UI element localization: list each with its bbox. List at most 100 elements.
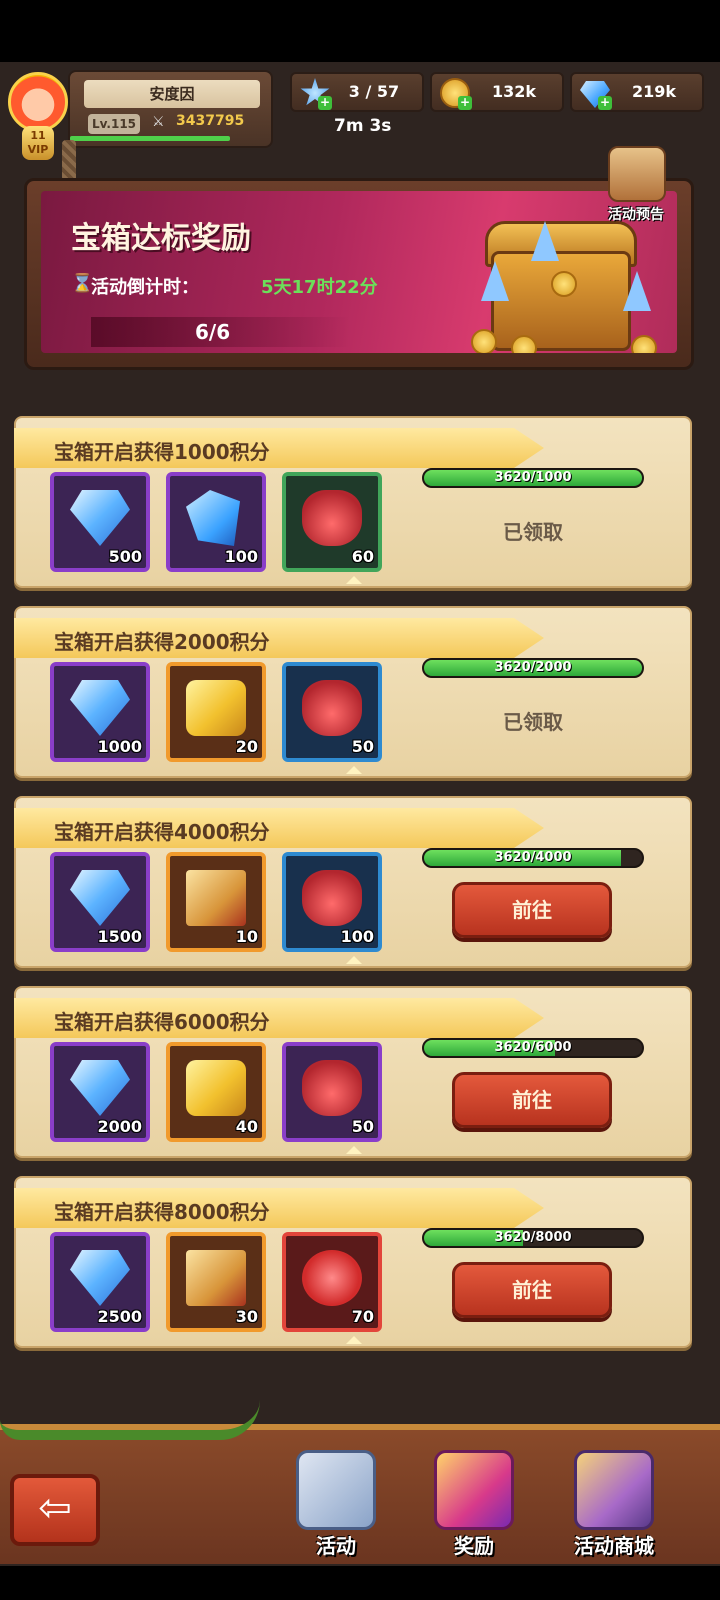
task-progress-bar: 3620/6000 — [422, 1038, 644, 1058]
reward-item[interactable]: 500 — [50, 472, 150, 572]
gold-ore-icon — [186, 1060, 246, 1116]
progress-text: 3620/4000 — [494, 850, 572, 865]
task-title: 宝箱开启获得6000积分 — [54, 1010, 270, 1034]
reward-count: 100 — [340, 927, 374, 946]
progress-text: 3620/6000 — [494, 1040, 572, 1055]
reward-item[interactable]: 2000 — [50, 1042, 150, 1142]
status-bar — [0, 0, 720, 62]
task-ribbon: 宝箱开启获得2000积分 — [14, 618, 544, 658]
gem-icon — [70, 490, 130, 546]
crystal-shape — [623, 271, 651, 311]
arrow-left-icon: ⇦ — [38, 1485, 72, 1531]
gift-box-icon — [296, 1450, 376, 1530]
reward-count: 40 — [235, 1117, 258, 1136]
reward-count: 1000 — [97, 737, 142, 756]
treasure-shop-icon — [574, 1450, 654, 1530]
chest-body — [491, 251, 631, 351]
reward-item[interactable]: 100 — [282, 852, 382, 952]
task-ribbon: 宝箱开启获得1000积分 — [14, 428, 544, 468]
add-gems-button[interactable]: + — [598, 96, 612, 110]
gold-ore-icon — [186, 680, 246, 736]
event-preview-icon — [608, 146, 666, 202]
stamina-timer: 7m 3s — [334, 116, 392, 136]
banner-background: 宝箱达标奖励 ⌛ 活动倒计时： 5天17时22分 6/6 — [41, 191, 677, 353]
reward-item[interactable]: 1500 — [50, 852, 150, 952]
reward-item[interactable]: 30 — [166, 1232, 266, 1332]
tab-rewards[interactable]: 奖励 — [414, 1440, 534, 1560]
reward-item[interactable]: 40 — [166, 1042, 266, 1142]
add-gold-button[interactable]: + — [458, 96, 472, 110]
add-stamina-button[interactable]: + — [318, 96, 332, 110]
go-button[interactable]: 前往 — [452, 1072, 612, 1128]
navigation-bar — [0, 1566, 720, 1600]
card-pointer — [346, 1336, 362, 1344]
treasure-chest-icon — [451, 211, 677, 353]
event-preview-button[interactable]: 活动预告 — [596, 146, 676, 228]
vip-level: 11 — [30, 129, 46, 142]
gold-counter[interactable]: + 132k — [430, 72, 564, 112]
lucky-bag-icon — [302, 680, 362, 736]
spell-book-icon — [186, 870, 246, 926]
reward-count: 50 — [351, 1117, 374, 1136]
spell-book-icon — [186, 1250, 246, 1306]
claimed-status: 已领取 — [503, 710, 563, 734]
event-progress: 6/6 — [91, 317, 351, 347]
tab-rewards-label: 奖励 — [454, 1534, 494, 1558]
reward-item[interactable]: 50 — [282, 662, 382, 762]
combat-power: 3437795 — [176, 113, 245, 129]
avatar-portrait — [8, 72, 68, 132]
reward-item[interactable]: 2500 — [50, 1232, 150, 1332]
go-button[interactable]: 前往 — [452, 882, 612, 938]
reward-item[interactable]: 10 — [166, 852, 266, 952]
task-title: 宝箱开启获得2000积分 — [54, 630, 270, 654]
countdown-label: 活动倒计时： — [91, 277, 199, 298]
reward-gift-icon — [434, 1450, 514, 1530]
xp-bar — [70, 136, 230, 141]
task-title: 宝箱开启获得4000积分 — [54, 820, 270, 844]
player-level: Lv.115 — [88, 114, 140, 134]
back-button[interactable]: ⇦ — [10, 1474, 100, 1546]
tab-activity[interactable]: 活动 — [276, 1440, 396, 1560]
paw-token-icon — [302, 1250, 362, 1306]
event-title: 宝箱达标奖励 — [71, 221, 251, 256]
reward-count: 10 — [235, 927, 258, 946]
gold-value: 132k — [491, 82, 537, 101]
card-pointer — [346, 1146, 362, 1154]
player-info-panel: 安度因 Lv.115 ⚔ 3437795 — [68, 70, 273, 148]
gem-counter[interactable]: + 219k — [570, 72, 704, 112]
crystal-shape — [531, 221, 559, 261]
task-card: 宝箱开启获得8000积分 2500 30 70 3620/8000 前往 — [14, 1176, 692, 1348]
reward-count: 60 — [351, 547, 374, 566]
task-ribbon: 宝箱开启获得6000积分 — [14, 998, 544, 1038]
lucky-bag-icon — [302, 490, 362, 546]
crystal-shape — [481, 261, 509, 301]
lucky-bag-icon — [302, 1060, 362, 1116]
gem-icon — [70, 680, 130, 736]
task-card: 宝箱开启获得1000积分 500 100 60 3620/1000 已领取 — [14, 416, 692, 588]
task-title: 宝箱开启获得1000积分 — [54, 440, 270, 464]
vine-decoration — [0, 1400, 260, 1440]
stamina-counter[interactable]: + 3 / 57 — [290, 72, 424, 112]
task-progress-bar: 3620/8000 — [422, 1228, 644, 1248]
reward-item[interactable]: 60 — [282, 472, 382, 572]
coin-shape — [551, 271, 577, 297]
tab-event-shop[interactable]: 活动商城 — [554, 1440, 674, 1560]
reward-count: 2000 — [97, 1117, 142, 1136]
tab-event-shop-label: 活动商城 — [574, 1534, 654, 1558]
go-button[interactable]: 前往 — [452, 1262, 612, 1318]
reward-count: 500 — [108, 547, 142, 566]
task-card: 宝箱开启获得6000积分 2000 40 50 3620/6000 前往 — [14, 986, 692, 1158]
reward-count: 2500 — [97, 1307, 142, 1326]
reward-item[interactable]: 1000 — [50, 662, 150, 762]
reward-count: 70 — [351, 1307, 374, 1326]
tab-activity-label: 活动 — [316, 1534, 356, 1558]
crystal-shard-icon — [186, 490, 240, 546]
reward-count: 1500 — [97, 927, 142, 946]
reward-item[interactable]: 100 — [166, 472, 266, 572]
reward-item[interactable]: 20 — [166, 662, 266, 762]
gem-icon — [70, 1250, 130, 1306]
reward-item[interactable]: 50 — [282, 1042, 382, 1142]
progress-text: 3620/2000 — [494, 660, 572, 675]
stamina-value: 3 / 57 — [348, 82, 400, 101]
reward-item[interactable]: 70 — [282, 1232, 382, 1332]
